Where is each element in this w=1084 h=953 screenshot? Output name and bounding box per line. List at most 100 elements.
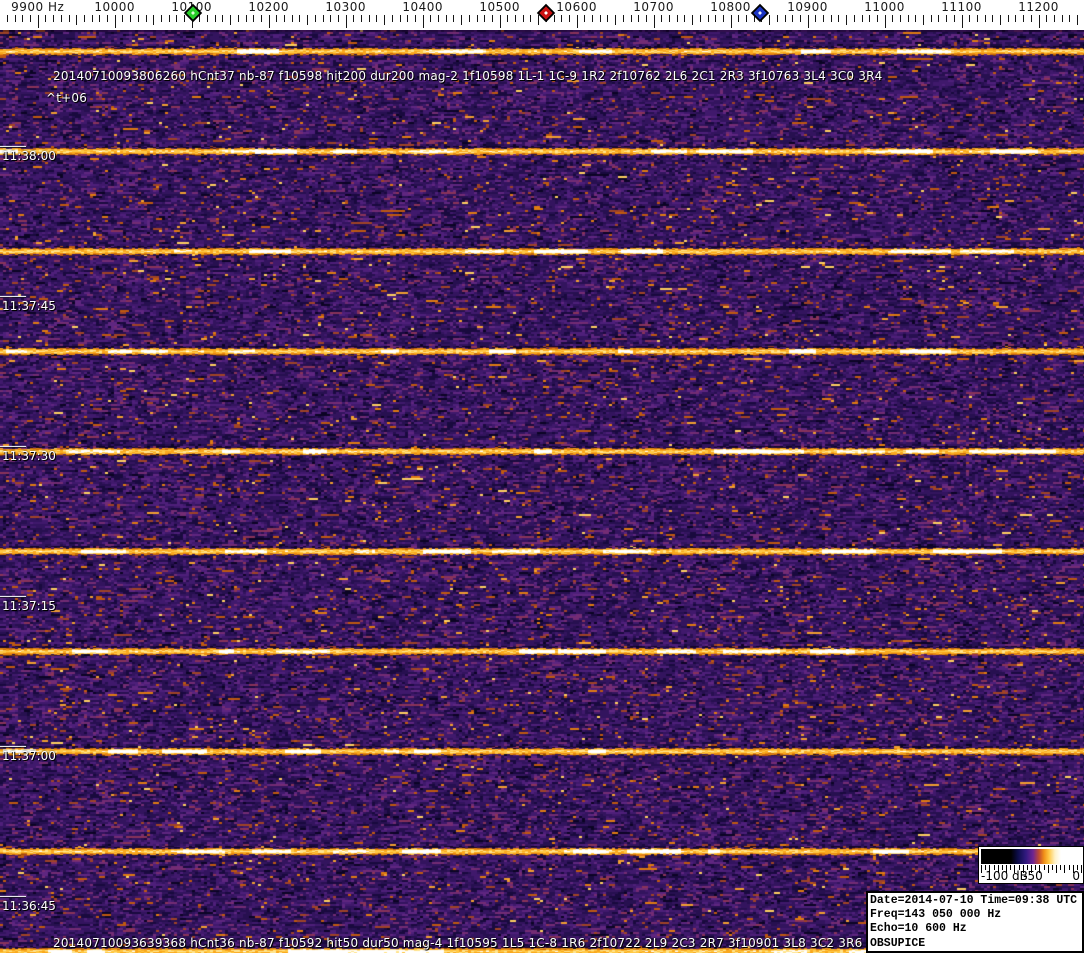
freq-tick xyxy=(631,15,632,22)
time-label: 11:37:30 xyxy=(2,449,56,463)
freq-tick xyxy=(122,15,123,22)
freq-tick xyxy=(992,15,993,22)
freq-tick xyxy=(261,15,262,22)
freq-tick xyxy=(708,15,709,22)
freq-tick xyxy=(222,15,223,22)
freq-tick xyxy=(269,15,270,28)
freq-label-10500: 10500 xyxy=(479,0,520,14)
freq-tick xyxy=(507,15,508,22)
freq-tick xyxy=(500,15,501,28)
freq-tick xyxy=(392,15,393,22)
freq-tick xyxy=(92,15,93,22)
freq-tick xyxy=(207,15,208,22)
time-label: 11:38:00 xyxy=(2,149,56,163)
observation-info-box: Date=2014-07-10 Time=09:38 UTC Freq=143 … xyxy=(866,891,1084,953)
time-tick xyxy=(0,896,26,897)
time-tick xyxy=(0,746,26,747)
freq-tick xyxy=(854,15,855,22)
colorbar-label-mid: -50 xyxy=(1023,869,1043,883)
freq-tick xyxy=(715,15,716,22)
info-station-name: OBSUPICE xyxy=(870,936,926,950)
freq-tick xyxy=(292,15,293,22)
time-tick xyxy=(0,146,26,147)
freq-tick xyxy=(169,15,170,22)
freq-tick xyxy=(138,15,139,22)
freq-tick xyxy=(523,15,524,22)
freq-tick xyxy=(130,15,131,22)
freq-tick xyxy=(569,15,570,22)
freq-tick xyxy=(892,15,893,22)
freq-tick xyxy=(885,15,886,28)
time-shift-label: ^t+06 xyxy=(46,91,88,105)
info-date-time: Date=2014-07-10 Time=09:38 UTC xyxy=(870,894,1078,907)
freq-tick xyxy=(908,15,909,22)
freq-tick xyxy=(230,15,231,25)
freq-tick xyxy=(400,15,401,22)
freq-tick xyxy=(977,15,978,22)
freq-tick xyxy=(253,15,254,22)
marker-blue-diamond-icon[interactable] xyxy=(749,2,771,28)
freq-tick xyxy=(1015,15,1016,22)
freq-tick xyxy=(53,15,54,22)
freq-label-10300: 10300 xyxy=(325,0,367,14)
freq-tick xyxy=(561,15,562,22)
freq-tick xyxy=(330,15,331,22)
freq-tick xyxy=(438,15,439,22)
time-label: 11:37:15 xyxy=(2,599,56,613)
freq-tick xyxy=(1031,15,1032,22)
freq-tick xyxy=(592,15,593,22)
freq-tick xyxy=(276,15,277,22)
freq-tick xyxy=(446,15,447,22)
freq-tick xyxy=(338,15,339,22)
freq-tick xyxy=(1062,15,1063,22)
freq-tick xyxy=(453,15,454,22)
freq-label-10900: 10900 xyxy=(787,0,828,14)
freq-tick xyxy=(246,15,247,22)
freq-tick xyxy=(838,15,839,22)
freq-tick xyxy=(1077,15,1078,25)
freq-tick xyxy=(69,15,70,22)
freq-tick xyxy=(430,15,431,22)
freq-tick xyxy=(946,15,947,22)
freq-tick xyxy=(846,15,847,25)
freq-tick xyxy=(654,15,655,28)
freq-tick xyxy=(777,15,778,22)
freq-tick xyxy=(877,15,878,22)
freq-tick xyxy=(646,15,647,22)
colorbar-gradient xyxy=(981,849,1081,864)
freq-tick xyxy=(299,15,300,22)
freq-tick xyxy=(530,15,531,22)
detection-annotation-bottom: 20140710093639368 hCnt36 nb-87 f10592 hi… xyxy=(53,936,863,950)
freq-tick xyxy=(746,15,747,22)
freq-tick xyxy=(84,15,85,22)
freq-tick xyxy=(700,15,701,22)
freq-label-11200: 11200 xyxy=(1018,0,1059,14)
freq-tick xyxy=(738,15,739,22)
colorbar-tick xyxy=(1081,865,1082,873)
freq-tick xyxy=(900,15,901,22)
freq-tick xyxy=(384,15,385,25)
freq-tick xyxy=(423,15,424,28)
freq-tick xyxy=(515,15,516,22)
freq-label-10800: 10800 xyxy=(710,0,751,14)
freq-tick xyxy=(808,15,809,28)
freq-tick xyxy=(146,15,147,22)
freq-tick xyxy=(30,15,31,22)
freq-tick xyxy=(1069,15,1070,22)
time-label: 11:37:00 xyxy=(2,749,56,763)
freq-tick xyxy=(969,15,970,22)
freq-tick xyxy=(1039,15,1040,28)
freq-tick xyxy=(962,15,963,28)
freq-label-10000: 10000 xyxy=(94,0,136,14)
colorbar-labels: -100 dB -50 0 xyxy=(981,869,1081,883)
freq-tick xyxy=(815,15,816,22)
freq-tick xyxy=(484,15,485,22)
info-echo-freq: Echo=10 600 Hz xyxy=(870,922,967,936)
freq-tick xyxy=(800,15,801,22)
freq-tick xyxy=(792,15,793,22)
marker-red-diamond-icon[interactable] xyxy=(535,2,557,28)
freq-tick xyxy=(38,15,39,28)
freq-tick xyxy=(238,15,239,22)
marker-green-diamond-icon[interactable] xyxy=(182,2,204,28)
freq-tick xyxy=(623,15,624,22)
